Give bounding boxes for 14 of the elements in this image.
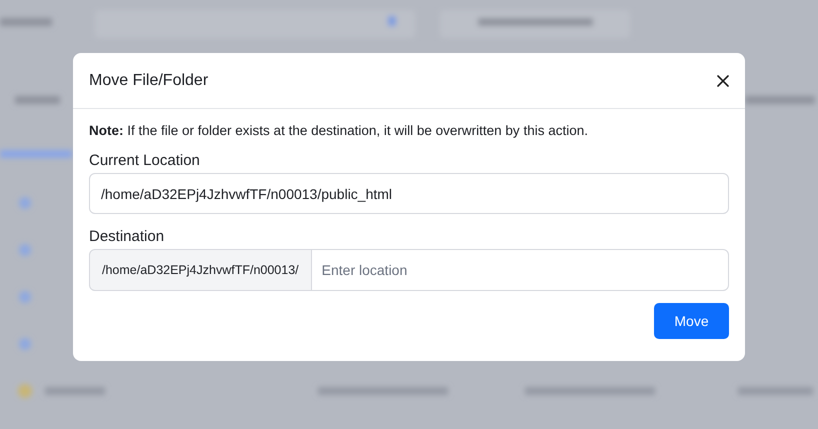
path-prefix: /home/aD32EPj4JzhvwfTF/n00013/ xyxy=(89,249,312,291)
blurred-file-icon xyxy=(19,244,31,256)
dialog-title: Move File/Folder xyxy=(89,72,208,90)
close-icon[interactable] xyxy=(717,74,729,86)
blurred-folder-icon xyxy=(18,384,32,398)
blurred-file-icon xyxy=(19,338,31,350)
blurred-file-icon xyxy=(19,197,31,209)
destination-field[interactable]: Enter location xyxy=(312,249,729,291)
move-button[interactable]: Move xyxy=(654,303,729,339)
warning-note: Note: If the file or folder exists at the destination, it will be overwritten by this action. xyxy=(89,123,589,138)
field-label: Destination xyxy=(89,228,166,245)
blurred-file-icon xyxy=(19,291,31,303)
current-location-field[interactable]: /home/aD32EPj4JzhvwfTF/n00013/public_html xyxy=(89,173,729,214)
field-label: Current Location xyxy=(89,152,201,169)
